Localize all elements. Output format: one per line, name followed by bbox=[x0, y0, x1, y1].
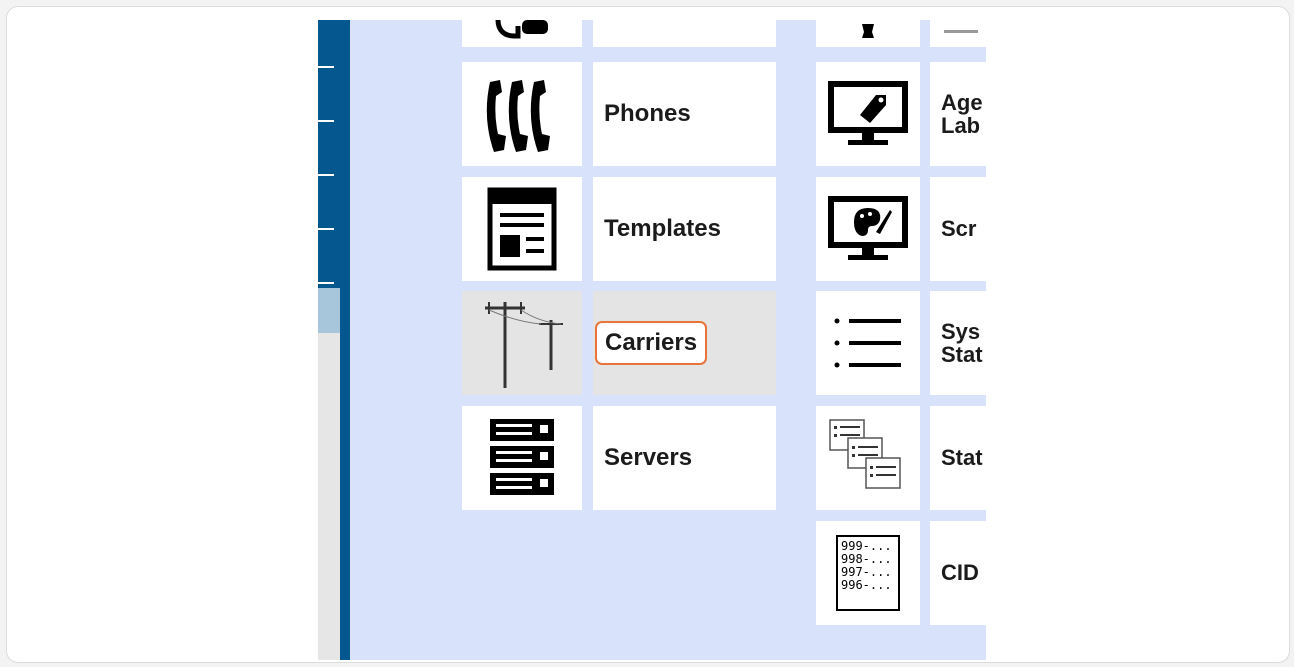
phones-label: Phones bbox=[604, 100, 691, 128]
cid-groups-menu-item[interactable]: CID bbox=[930, 521, 986, 625]
sidebar-item-marker[interactable] bbox=[318, 282, 334, 284]
screen-colors-icon bbox=[828, 196, 908, 260]
sidebar-item-marker[interactable] bbox=[318, 120, 334, 122]
sidebar-item-active[interactable] bbox=[318, 288, 340, 333]
menu-icon-tile-partial[interactable] bbox=[816, 20, 920, 47]
status-groups-label: Stat bbox=[941, 445, 983, 471]
servers-icon bbox=[490, 419, 554, 495]
menu-label-tile-partial[interactable] bbox=[593, 20, 776, 47]
gear-icon bbox=[862, 23, 874, 38]
cid-groups-icon-tile[interactable]: 999-... 998-... 997-... 996-... bbox=[816, 521, 920, 625]
status-groups-icon-tile[interactable] bbox=[816, 406, 920, 510]
cid-groups-label: CID bbox=[941, 560, 979, 586]
agent-labels-icon bbox=[828, 81, 908, 145]
screenshot-card: Phones Templates Carriers Servers Age La… bbox=[6, 6, 1290, 663]
system-statuses-icon-tile[interactable] bbox=[816, 291, 920, 395]
sidebar-divider bbox=[340, 20, 350, 660]
phone-icon bbox=[495, 20, 548, 39]
carriers-menu-item[interactable]: Carriers bbox=[593, 291, 776, 395]
templates-label: Templates bbox=[604, 215, 721, 243]
admin-panel-viewport: Phones Templates Carriers Servers Age La… bbox=[318, 20, 986, 660]
phones-icon bbox=[486, 80, 550, 152]
system-statuses-menu-item[interactable]: Sys Stat bbox=[930, 291, 986, 395]
agent-labels-icon-tile[interactable] bbox=[816, 62, 920, 166]
templates-menu-item[interactable]: Templates bbox=[593, 177, 776, 281]
menu-label-tile-partial[interactable] bbox=[930, 20, 986, 47]
servers-menu-item[interactable]: Servers bbox=[593, 406, 776, 510]
menu-icon-tile-partial[interactable] bbox=[462, 20, 582, 47]
phones-menu-item[interactable]: Phones bbox=[593, 62, 776, 166]
sidebar-item-marker[interactable] bbox=[318, 174, 334, 176]
agent-labels-label: Age Lab bbox=[941, 89, 983, 138]
carriers-label: Carriers bbox=[595, 321, 708, 365]
phones-icon-tile[interactable] bbox=[462, 62, 582, 166]
cid-groups-icon: 999-... 998-... 997-... 996-... bbox=[836, 535, 900, 611]
carriers-icon bbox=[485, 302, 563, 388]
system-statuses-icon bbox=[834, 318, 901, 368]
templates-icon-tile[interactable] bbox=[462, 177, 582, 281]
sidebar-item-marker[interactable] bbox=[318, 228, 334, 230]
carriers-icon-tile[interactable] bbox=[462, 291, 582, 395]
sidebar-item-marker[interactable] bbox=[318, 66, 334, 68]
servers-label: Servers bbox=[604, 444, 693, 472]
sidebar-nav bbox=[318, 20, 340, 288]
screen-colors-menu-item[interactable]: Scr bbox=[930, 177, 986, 281]
screen-colors-icon-tile[interactable] bbox=[816, 177, 920, 281]
system-statuses-label: Sys Stat bbox=[941, 318, 983, 367]
status-groups-icon bbox=[829, 419, 901, 489]
templates-icon bbox=[487, 187, 557, 271]
screen-colors-label: Scr bbox=[941, 216, 977, 242]
servers-icon-tile[interactable] bbox=[462, 406, 582, 510]
status-groups-menu-item[interactable]: Stat bbox=[930, 406, 986, 510]
agent-labels-menu-item[interactable]: Age Lab bbox=[930, 62, 986, 166]
cid-icon-line: 996-... bbox=[841, 578, 892, 592]
